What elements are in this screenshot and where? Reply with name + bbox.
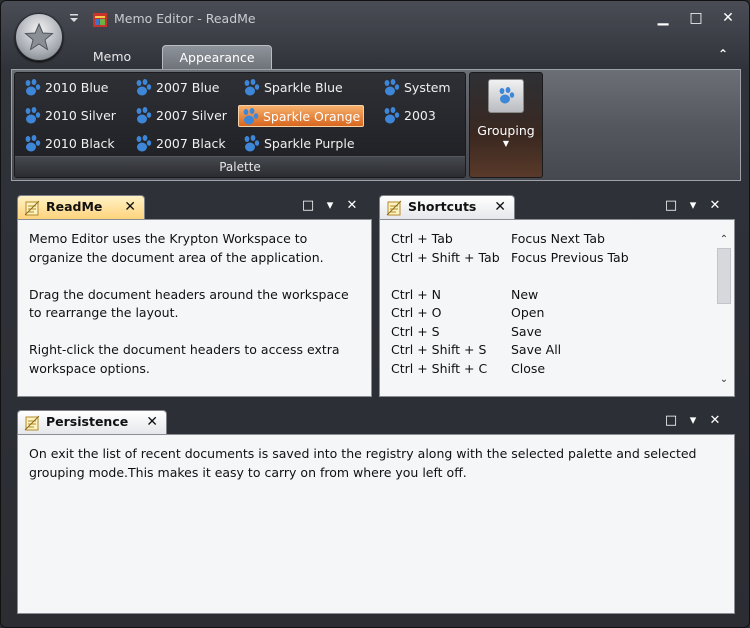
tab-shortcuts[interactable]: Shortcuts ✕ xyxy=(379,195,515,220)
palette-group-label: Palette xyxy=(15,156,465,177)
scrollbar-thumb[interactable] xyxy=(717,248,731,304)
close-panel-icon[interactable]: ✕ xyxy=(344,198,360,214)
paw-icon xyxy=(25,135,41,152)
shortcut-row xyxy=(391,267,723,286)
readme-panel: ReadMe ✕ □ ▾ ✕ Memo Editor uses the Kryp… xyxy=(17,191,372,397)
shortcut-row: Ctrl + Shift + S Save All xyxy=(391,342,562,357)
minimize-icon: ▁ xyxy=(657,10,669,26)
ribbon-tab-memo[interactable]: Memo xyxy=(81,45,143,69)
paw-icon xyxy=(243,108,259,125)
maximize-panel-icon[interactable]: □ xyxy=(663,198,679,214)
quick-access-toolbar-dropdown[interactable] xyxy=(68,11,80,25)
maximize-panel-icon[interactable]: □ xyxy=(300,198,316,214)
ribbon-collapse-button[interactable]: ⌃ xyxy=(715,47,731,63)
palette-sparkle-purple[interactable]: Sparkle Purple xyxy=(240,133,358,155)
vertical-scrollbar[interactable]: ⌃ ⌄ xyxy=(716,222,732,394)
close-icon: ✕ xyxy=(722,10,734,26)
shortcut-row: Ctrl + O Open xyxy=(391,305,545,320)
paw-icon xyxy=(384,107,400,124)
dropdown-icon[interactable]: ▾ xyxy=(322,198,338,214)
paw-icon xyxy=(25,79,41,96)
window-title: Memo Editor - ReadMe xyxy=(114,11,256,26)
shortcuts-panel: Shortcuts ✕ □ ▾ ✕ Ctrl + Tab Focus Next T… xyxy=(379,191,735,397)
shortcut-row: Ctrl + Shift + C Close xyxy=(391,360,546,376)
maximize-button[interactable]: □ xyxy=(685,9,707,27)
tab-persistence[interactable]: Persistence ✕ xyxy=(17,410,167,435)
readme-paragraph: Right-click the document headers to acce… xyxy=(29,342,340,376)
palette-sparkle-blue[interactable]: Sparkle Blue xyxy=(240,77,346,99)
ribbon-panel: 2010 Blue 2007 Blue Sparkle Blue System … xyxy=(11,69,741,181)
scroll-down-icon[interactable]: ⌄ xyxy=(716,372,732,388)
memo-pad-icon xyxy=(24,200,40,216)
shortcuts-tab-strip: Shortcuts ✕ □ ▾ ✕ xyxy=(379,191,735,220)
grouping-label[interactable]: Grouping xyxy=(470,123,542,138)
maximize-panel-icon[interactable]: □ xyxy=(663,413,679,429)
shortcuts-content: Ctrl + Tab Focus Next Tab Ctrl + Shift + … xyxy=(379,219,735,397)
palette-sparkle-orange[interactable]: Sparkle Orange xyxy=(238,105,365,127)
chevron-up-icon: ⌃ xyxy=(717,47,729,61)
paw-icon xyxy=(244,135,260,152)
readme-tab-strip: ReadMe ✕ □ ▾ ✕ xyxy=(17,191,372,220)
close-panel-icon[interactable]: ✕ xyxy=(707,413,723,429)
palette-2007-black[interactable]: 2007 Black xyxy=(132,133,229,155)
persistence-text: On exit the list of recent documents is … xyxy=(29,446,697,480)
close-tab-icon[interactable]: ✕ xyxy=(146,411,158,433)
scroll-up-icon[interactable]: ⌃ xyxy=(716,232,732,248)
readme-paragraph: Memo Editor uses the Krypton Workspace t… xyxy=(29,231,324,265)
readme-paragraph: Drag the document headers around the wor… xyxy=(29,286,349,321)
shortcut-row: Ctrl + N New xyxy=(391,286,539,302)
dropdown-icon[interactable]: ▾ xyxy=(685,198,701,214)
document-icon xyxy=(93,13,107,27)
palette-2003[interactable]: 2003 xyxy=(380,105,439,127)
paw-icon xyxy=(136,107,152,124)
ribbon-tab-appearance[interactable]: Appearance xyxy=(162,45,272,70)
palette-group: 2010 Blue 2007 Blue Sparkle Blue System … xyxy=(14,72,466,178)
palette-2010-silver[interactable]: 2010 Silver xyxy=(21,105,119,127)
shortcut-row: Ctrl + Shift + Tab Focus Previous Tab xyxy=(391,249,629,265)
maximize-icon: □ xyxy=(689,10,703,26)
palette-2007-blue[interactable]: 2007 Blue xyxy=(132,77,222,99)
close-tab-icon[interactable]: ✕ xyxy=(124,196,136,218)
paw-icon xyxy=(384,79,400,96)
tab-readme[interactable]: ReadMe ✕ xyxy=(17,195,145,220)
shortcut-row: Ctrl + Tab Focus Next Tab xyxy=(391,231,605,246)
app-window: Memo Editor - ReadMe ▁ □ ✕ Memo Appearan… xyxy=(0,0,750,628)
persistence-content: On exit the list of recent documents is … xyxy=(17,434,735,614)
palette-system[interactable]: System xyxy=(380,77,454,99)
minimize-button[interactable]: ▁ xyxy=(652,9,674,27)
close-panel-icon[interactable]: ✕ xyxy=(707,198,723,214)
vertical-splitter[interactable] xyxy=(372,187,378,397)
paw-icon xyxy=(25,107,41,124)
palette-2010-blue[interactable]: 2010 Blue xyxy=(21,77,111,99)
shortcut-row: Ctrl + S Save xyxy=(391,323,542,339)
paw-icon xyxy=(136,79,152,96)
memo-pad-icon xyxy=(24,415,40,431)
paw-icon xyxy=(136,135,152,152)
qat-dropdown-icon xyxy=(70,14,78,22)
close-button[interactable]: ✕ xyxy=(717,9,739,27)
paw-icon xyxy=(244,79,260,96)
horizontal-splitter[interactable] xyxy=(17,398,735,404)
dropdown-icon[interactable]: ▾ xyxy=(685,413,701,429)
paw-icon xyxy=(499,87,515,104)
readme-content: Memo Editor uses the Krypton Workspace t… xyxy=(17,219,372,397)
star-orb-icon xyxy=(24,22,54,51)
palette-2010-black[interactable]: 2010 Black xyxy=(21,133,118,155)
application-button[interactable] xyxy=(15,13,63,61)
grouping-button[interactable] xyxy=(488,79,524,113)
close-tab-icon[interactable]: ✕ xyxy=(494,196,506,218)
persistence-tab-strip: Persistence ✕ □ ▾ ✕ xyxy=(17,406,735,435)
memo-pad-icon xyxy=(386,200,402,216)
palette-2007-silver[interactable]: 2007 Silver xyxy=(132,105,230,127)
grouping-group: Grouping ▼ xyxy=(469,72,543,178)
persistence-panel: Persistence ✕ □ ▾ ✕ On exit the list of … xyxy=(17,406,735,614)
chevron-down-icon[interactable]: ▼ xyxy=(470,139,542,148)
